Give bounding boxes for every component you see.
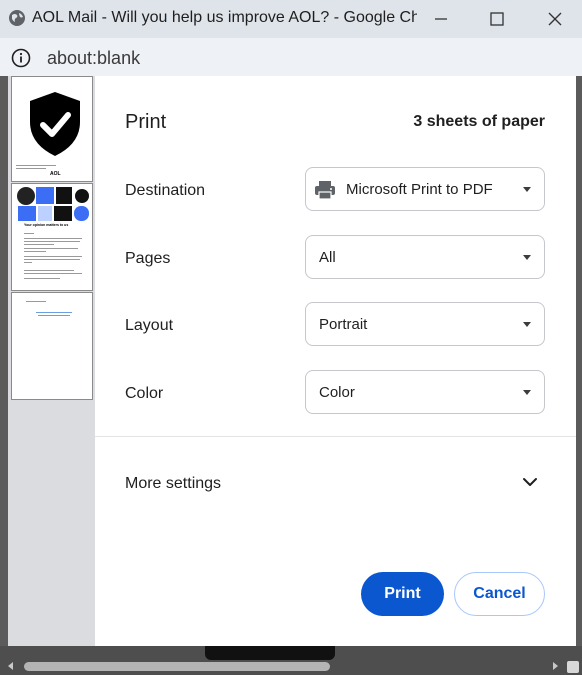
layout-label: Layout bbox=[125, 317, 174, 334]
preview-text-line bbox=[24, 273, 82, 274]
destination-value: Microsoft Print to PDF bbox=[346, 181, 493, 198]
destination-select[interactable]: Microsoft Print to PDF bbox=[305, 167, 545, 211]
address-bar: about:blank bbox=[0, 38, 582, 76]
info-icon[interactable] bbox=[10, 47, 32, 69]
print-button[interactable]: Print bbox=[361, 572, 444, 616]
preview-banner-image bbox=[16, 186, 90, 222]
chevron-down-icon bbox=[523, 390, 531, 395]
pages-label: Pages bbox=[125, 250, 171, 267]
close-icon bbox=[548, 12, 562, 26]
preview-text-line bbox=[24, 256, 82, 257]
minimize-icon bbox=[435, 18, 447, 20]
destination-label: Destination bbox=[125, 182, 206, 199]
globe-icon bbox=[9, 10, 25, 26]
url-text[interactable]: about:blank bbox=[47, 48, 140, 69]
preview-text-line bbox=[24, 241, 80, 242]
preview-page-1: AOL bbox=[11, 76, 93, 182]
maximize-icon bbox=[490, 12, 504, 26]
preview-text-line bbox=[24, 233, 34, 234]
resize-grip-icon[interactable] bbox=[566, 660, 580, 674]
preview-text-line bbox=[26, 301, 46, 302]
layout-select[interactable]: Portrait bbox=[305, 302, 545, 346]
page-background-right bbox=[576, 76, 582, 646]
preview-text-line bbox=[24, 262, 32, 263]
pages-select[interactable]: All bbox=[305, 235, 545, 279]
scrollbar-thumb[interactable] bbox=[24, 662, 330, 671]
print-dialog: Print 3 sheets of paper Destination Micr… bbox=[95, 76, 576, 646]
preview-text-line bbox=[24, 248, 78, 249]
preview-text-line bbox=[24, 251, 46, 252]
window-title: AOL Mail - Will you help us improve AOL?… bbox=[32, 9, 417, 26]
chevron-down-icon bbox=[523, 255, 531, 260]
more-settings-toggle[interactable]: More settings bbox=[125, 475, 221, 493]
close-button[interactable] bbox=[532, 0, 578, 38]
layout-value: Portrait bbox=[319, 316, 368, 333]
page-background-shape bbox=[205, 646, 335, 660]
scroll-right-icon[interactable] bbox=[550, 661, 560, 671]
preview-heading: Your opinion matters to us bbox=[24, 223, 69, 227]
preview-text-line bbox=[16, 165, 56, 166]
pages-value: All bbox=[319, 249, 336, 266]
preview-text-line bbox=[24, 259, 80, 260]
sheet-count: 3 sheets of paper bbox=[413, 113, 545, 130]
print-preview-panel[interactable]: AOL Your opinion matters to us bbox=[8, 76, 95, 646]
minimize-button[interactable] bbox=[418, 0, 464, 38]
preview-text-line bbox=[24, 278, 60, 279]
preview-page-2: Your opinion matters to us bbox=[11, 183, 93, 291]
browser-window: AOL Mail - Will you help us improve AOL?… bbox=[0, 0, 582, 675]
chevron-down-icon bbox=[523, 187, 531, 192]
maximize-button[interactable] bbox=[474, 0, 520, 38]
preview-link-line bbox=[36, 312, 72, 313]
title-bar: AOL Mail - Will you help us improve AOL?… bbox=[0, 0, 582, 38]
scroll-left-icon[interactable] bbox=[6, 661, 16, 671]
preview-text-line bbox=[24, 270, 74, 271]
color-select[interactable]: Color bbox=[305, 370, 545, 414]
preview-link-line bbox=[38, 315, 70, 316]
preview-text-line bbox=[24, 238, 82, 239]
preview-text-line bbox=[16, 168, 46, 169]
color-value: Color bbox=[319, 384, 355, 401]
print-title: Print bbox=[125, 111, 167, 133]
divider bbox=[95, 436, 576, 437]
chevron-down-icon[interactable] bbox=[521, 474, 539, 490]
preview-page-3 bbox=[11, 292, 93, 400]
shield-check-icon bbox=[30, 92, 80, 156]
aol-logo: AOL bbox=[50, 171, 61, 177]
printer-icon bbox=[315, 181, 335, 200]
cancel-button[interactable]: Cancel bbox=[454, 572, 545, 616]
preview-text-line bbox=[24, 244, 54, 245]
chevron-down-icon bbox=[523, 322, 531, 327]
color-label: Color bbox=[125, 385, 164, 402]
